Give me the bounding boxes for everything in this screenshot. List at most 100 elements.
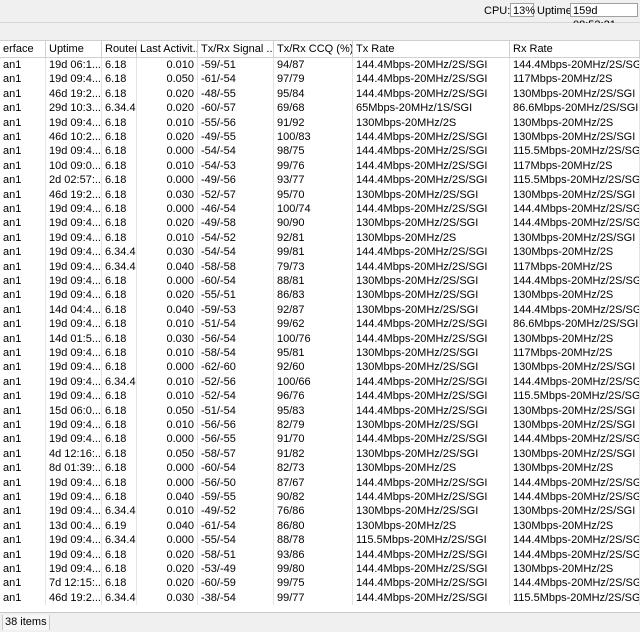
column-header-uptime[interactable]: Uptime	[46, 41, 102, 57]
table-row[interactable]: an1 19d 06:1... 6.18 0.010 -59/-51 94/87 144.4…	[0, 58, 640, 73]
cell-ccq: 69/68	[274, 101, 353, 116]
table-row[interactable]: an1 14d 01:5... 6.18 0.030 -56/-54 100/76 144.…	[0, 331, 640, 346]
table-row[interactable]: an1 14d 04:4... 6.18 0.040 -59/-53 92/87 130Mb…	[0, 302, 640, 318]
cell-rx-rate: 130Mbps-20MHz/2S/SGI	[510, 230, 640, 246]
cell-router: 6.18	[102, 86, 137, 102]
table-row[interactable]: an1 4d 12:16:... 6.18 0.050 -58/-57 91/82 130M…	[0, 446, 640, 462]
column-header-router[interactable]: Router	[102, 41, 137, 57]
table-row[interactable]: an1 13d 00:4... 6.19 0.040 -61/-54 86/80 130Mb…	[0, 518, 640, 534]
table-row[interactable]: an1 19d 09:4... 6.18 0.000 -46/-54 100/74 144.…	[0, 202, 640, 217]
cell-tx-rate: 144.4Mbps-20MHz/2S/SGI	[353, 562, 510, 577]
cell-last-activity: 0.050	[137, 446, 198, 462]
cell-signal: -62/-60	[198, 360, 274, 375]
cell-rx-rate: 117Mbps-20MHz/2S	[510, 259, 640, 274]
cell-last-activity: 0.020	[137, 216, 198, 231]
cell-last-activity: 0.040	[137, 259, 198, 274]
cell-signal: -49/-58	[198, 216, 274, 231]
cell-interface: an1	[0, 274, 46, 289]
table-row[interactable]: an1 19d 09:4... 6.18 0.050 -61/-54 97/79 144.4…	[0, 72, 640, 87]
cell-ccq: 86/83	[274, 288, 353, 303]
cell-uptime: 14d 01:5...	[46, 331, 102, 346]
cell-router: 6.18	[102, 331, 137, 346]
cell-router: 6.18	[102, 576, 137, 591]
table-row[interactable]: an1 19d 09:4... 6.18 0.010 -56/-56 82/79 130Mb…	[0, 418, 640, 433]
cell-router: 6.18	[102, 58, 137, 73]
cell-rx-rate: 86.6Mbps-20MHz/2S/SGI	[510, 101, 640, 116]
cell-uptime: 13d 00:4...	[46, 518, 102, 534]
table-row[interactable]: an1 19d 09:4... 6.18 0.010 -51/-54 99/62 144.4…	[0, 317, 640, 332]
table-row[interactable]: an1 19d 09:4... 6.18 0.040 -59/-55 90/82 144.4…	[0, 490, 640, 505]
registration-table[interactable]: an1 19d 06:1... 6.18 0.010 -59/-51 94/87 144.4…	[0, 58, 640, 606]
cell-last-activity: 0.030	[137, 331, 198, 346]
cell-interface: an1	[0, 317, 46, 332]
table-row[interactable]: an1 19d 09:4... 6.18 0.020 -58/-51 93/86 144.4…	[0, 547, 640, 562]
table-row[interactable]: an1 10d 09:0... 6.18 0.010 -54/-53 99/76 144.4…	[0, 158, 640, 174]
table-row[interactable]: an1 19d 09:4... 6.18 0.000 -60/-54 88/81 130Mb…	[0, 274, 640, 289]
table-row[interactable]: an1 19d 09:4... 6.18 0.020 -55/-51 86/83 130Mb…	[0, 288, 640, 303]
cell-router: 6.34.4	[102, 101, 137, 116]
table-row[interactable]: an1 46d 19:2... 6.18 0.030 -52/-57 95/70 130Mb…	[0, 187, 640, 202]
cell-last-activity: 0.040	[137, 302, 198, 318]
table-row[interactable]: an1 46d 19:2... 6.18 0.020 -48/-55 95/84 144.4…	[0, 86, 640, 102]
cell-last-activity: 0.000	[137, 432, 198, 447]
cell-ccq: 91/92	[274, 115, 353, 130]
table-row[interactable]: an1 19d 09:4... 6.18 0.010 -54/-52 92/81 130Mb…	[0, 230, 640, 246]
cell-uptime: 19d 09:4...	[46, 389, 102, 404]
cell-uptime: 4d 12:16:...	[46, 446, 102, 462]
cell-uptime: 19d 09:4...	[46, 259, 102, 274]
table-row[interactable]: an1 15d 06:0... 6.18 0.050 -51/-54 95/83 144.4…	[0, 403, 640, 418]
cell-uptime: 19d 09:4...	[46, 245, 102, 260]
cell-ccq: 76/86	[274, 504, 353, 519]
table-row[interactable]: an1 19d 09:4... 6.18 0.010 -55/-56 91/92 130Mb…	[0, 115, 640, 130]
cell-ccq: 99/75	[274, 576, 353, 591]
table-row[interactable]: an1 19d 09:4... 6.18 0.020 -53/-49 99/80 144.4…	[0, 562, 640, 577]
cell-router: 6.18	[102, 230, 137, 246]
cell-tx-rate: 130Mbps-20MHz/2S/SGI	[353, 360, 510, 375]
cell-interface: an1	[0, 576, 46, 591]
table-row[interactable]: an1 19d 09:4... 6.18 0.000 -54/-54 98/75 144.4…	[0, 144, 640, 159]
cell-tx-rate: 144.4Mbps-20MHz/2S/SGI	[353, 86, 510, 102]
cell-rx-rate: 130Mbps-20MHz/2S	[510, 115, 640, 130]
cell-rx-rate: 86.6Mbps-20MHz/2S/SGI	[510, 317, 640, 332]
table-row[interactable]: an1 7d 12:15:... 6.18 0.020 -60/-59 99/75 144.…	[0, 576, 640, 591]
cell-last-activity: 0.000	[137, 274, 198, 289]
cell-rx-rate: 130Mbps-20MHz/2S	[510, 245, 640, 260]
cell-tx-rate: 130Mbps-20MHz/2S/SGI	[353, 216, 510, 231]
table-row[interactable]: an1 19d 09:4... 6.34.4 0.040 -58/-58 79/73 144…	[0, 259, 640, 274]
table-row[interactable]: an1 19d 09:4... 6.34.4 0.000 -55/-54 88/78 115…	[0, 533, 640, 548]
cell-rx-rate: 144.4Mbps-20MHz/2S/SGI	[510, 302, 640, 318]
table-row[interactable]: an1 19d 09:4... 6.18 0.010 -58/-54 95/81 130Mb…	[0, 346, 640, 361]
column-header-ccq[interactable]: Tx/Rx CCQ (%)	[274, 41, 353, 57]
table-row[interactable]: an1 19d 09:4... 6.18 0.000 -56/-55 91/70 144.4…	[0, 432, 640, 447]
table-row[interactable]: an1 19d 09:4... 6.34.4 0.010 -52/-56 100/66 14…	[0, 374, 640, 390]
cell-last-activity: 0.040	[137, 518, 198, 534]
table-row[interactable]: an1 19d 09:4... 6.34.4 0.010 -49/-52 76/86 130…	[0, 504, 640, 519]
column-header-tx-rate[interactable]: Tx Rate	[353, 41, 510, 57]
column-header-interface[interactable]: erface	[0, 41, 46, 57]
column-header-signal[interactable]: Tx/Rx Signal ...	[198, 41, 274, 57]
table-row[interactable]: an1 8d 01:39:... 6.18 0.000 -60/-54 82/73 130M…	[0, 461, 640, 476]
table-row[interactable]: an1 19d 09:4... 6.18 0.000 -56/-50 87/67 144.4…	[0, 475, 640, 490]
table-row[interactable]: an1 19d 09:4... 6.18 0.000 -62/-60 92/60 130Mb…	[0, 360, 640, 375]
cell-tx-rate: 144.4Mbps-20MHz/2S/SGI	[353, 403, 510, 418]
cell-ccq: 90/90	[274, 216, 353, 231]
column-header-rx-rate[interactable]: Rx Rate	[510, 41, 640, 57]
cell-router: 6.18	[102, 274, 137, 289]
table-row[interactable]: an1 46d 19:2... 6.34.4 0.030 -38/-54 99/77 144…	[0, 590, 640, 606]
table-row[interactable]: an1 2d 02:57:... 6.18 0.000 -49/-56 93/77 144.…	[0, 173, 640, 188]
cell-uptime: 19d 09:4...	[46, 317, 102, 332]
cell-router: 6.34.4	[102, 374, 137, 390]
cell-tx-rate: 130Mbps-20MHz/2S/SGI	[353, 446, 510, 462]
table-row[interactable]: an1 19d 09:4... 6.34.4 0.030 -54/-54 99/81 144…	[0, 245, 640, 260]
column-header-last-activity[interactable]: Last Activit...	[137, 41, 198, 57]
table-row[interactable]: an1 19d 09:4... 6.18 0.020 -49/-58 90/90 130Mb…	[0, 216, 640, 231]
cell-uptime: 19d 09:4...	[46, 475, 102, 490]
table-row[interactable]: an1 19d 09:4... 6.18 0.010 -52/-54 96/76 144.4…	[0, 389, 640, 404]
table-row[interactable]: an1 46d 10:2... 6.18 0.020 -49/-55 100/83 144.…	[0, 130, 640, 145]
cell-signal: -59/-55	[198, 490, 274, 505]
cell-interface: an1	[0, 245, 46, 260]
cell-router: 6.18	[102, 432, 137, 447]
table-row[interactable]: an1 29d 10:3... 6.34.4 0.020 -60/-57 69/68 65M…	[0, 101, 640, 116]
cell-router: 6.34.4	[102, 533, 137, 548]
cell-last-activity: 0.000	[137, 360, 198, 375]
